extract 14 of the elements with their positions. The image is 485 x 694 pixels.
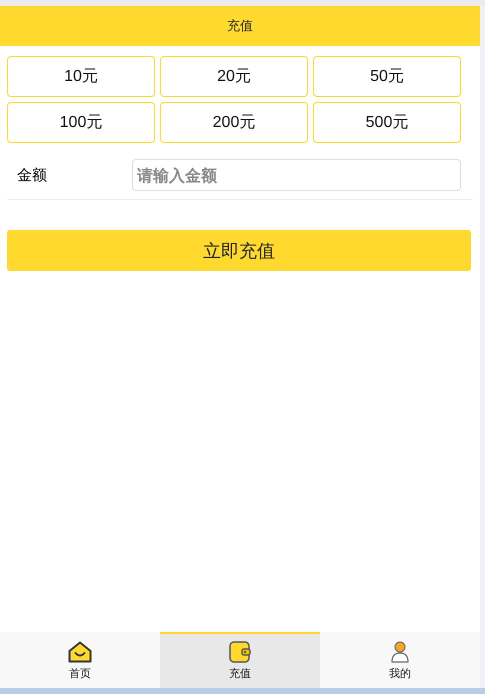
amount-input[interactable]: 请输入金额 bbox=[132, 159, 461, 191]
amount-option[interactable]: 20元 bbox=[160, 56, 308, 97]
amount-option[interactable]: 50元 bbox=[313, 56, 461, 97]
amount-option[interactable]: 500元 bbox=[313, 102, 461, 143]
amount-option[interactable]: 200元 bbox=[160, 102, 308, 143]
page-title: 充值 bbox=[227, 18, 253, 35]
recharge-button[interactable]: 立即充值 bbox=[7, 230, 471, 271]
home-icon bbox=[68, 641, 92, 663]
amount-option[interactable]: 100元 bbox=[7, 102, 155, 143]
tab-item[interactable]: 充值 bbox=[160, 632, 320, 688]
wallet-icon bbox=[229, 641, 251, 663]
amount-option[interactable]: 10元 bbox=[7, 56, 155, 97]
amount-label: 金额 bbox=[16, 166, 48, 184]
user-icon bbox=[391, 641, 409, 663]
